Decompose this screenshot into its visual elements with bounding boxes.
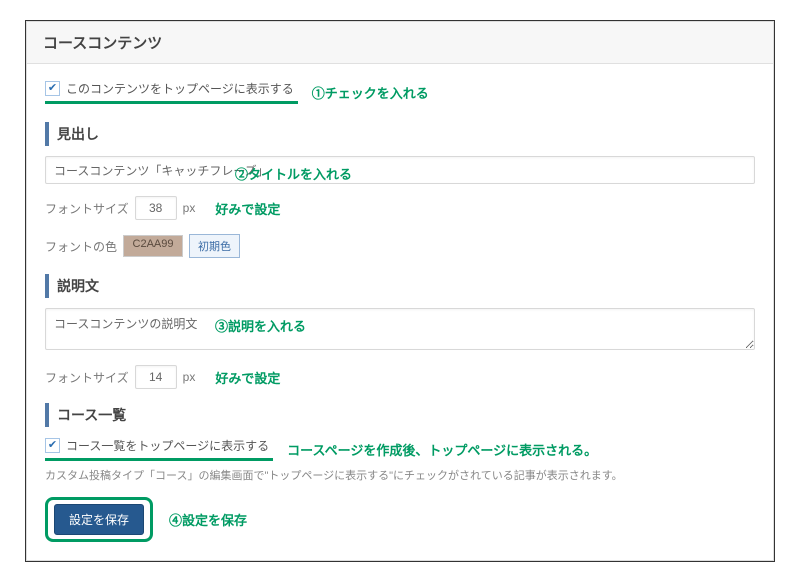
annotation-check: ①チェックを入れる (312, 83, 429, 102)
description-section-title: 説明文 (45, 274, 755, 298)
annotation-coursetop: コースページを作成後、トップページに表示される。 (287, 440, 597, 459)
annotation-save: ④設定を保存 (169, 510, 247, 529)
courselist-section-title: コース一覧 (45, 403, 755, 427)
description-textarea[interactable]: コースコンテンツの説明文 (45, 308, 755, 350)
courselist-help: カスタム投稿タイプ「コース」の編集画面で"トップページに表示する"にチェックがさ… (45, 467, 755, 483)
color-swatch[interactable]: C2AA99 (123, 235, 183, 257)
reset-color-button[interactable]: 初期色 (189, 234, 240, 258)
heading-fontsize-input[interactable] (135, 196, 177, 220)
save-button[interactable]: 設定を保存 (54, 504, 144, 535)
panel-title: コースコンテンツ (27, 21, 773, 64)
heading-fontcolor-label: フォントの色 (45, 238, 117, 255)
description-fontsize-label: フォントサイズ (45, 369, 129, 386)
heading-input[interactable] (45, 156, 755, 184)
annotation-font1: 好みで設定 (215, 199, 280, 218)
heading-px-label: px (183, 201, 196, 215)
heading-fontsize-label: フォントサイズ (45, 200, 129, 217)
description-fontsize-input[interactable] (135, 365, 177, 389)
courselist-label: コース一覧をトップページに表示する (66, 437, 269, 454)
heading-section-title: 見出し (45, 122, 755, 146)
description-px-label: px (183, 370, 196, 384)
courselist-checkbox[interactable] (45, 438, 60, 453)
annotation-font2: 好みで設定 (215, 368, 280, 387)
show-on-top-label: このコンテンツをトップページに表示する (66, 80, 294, 97)
show-on-top-checkbox[interactable] (45, 81, 60, 96)
